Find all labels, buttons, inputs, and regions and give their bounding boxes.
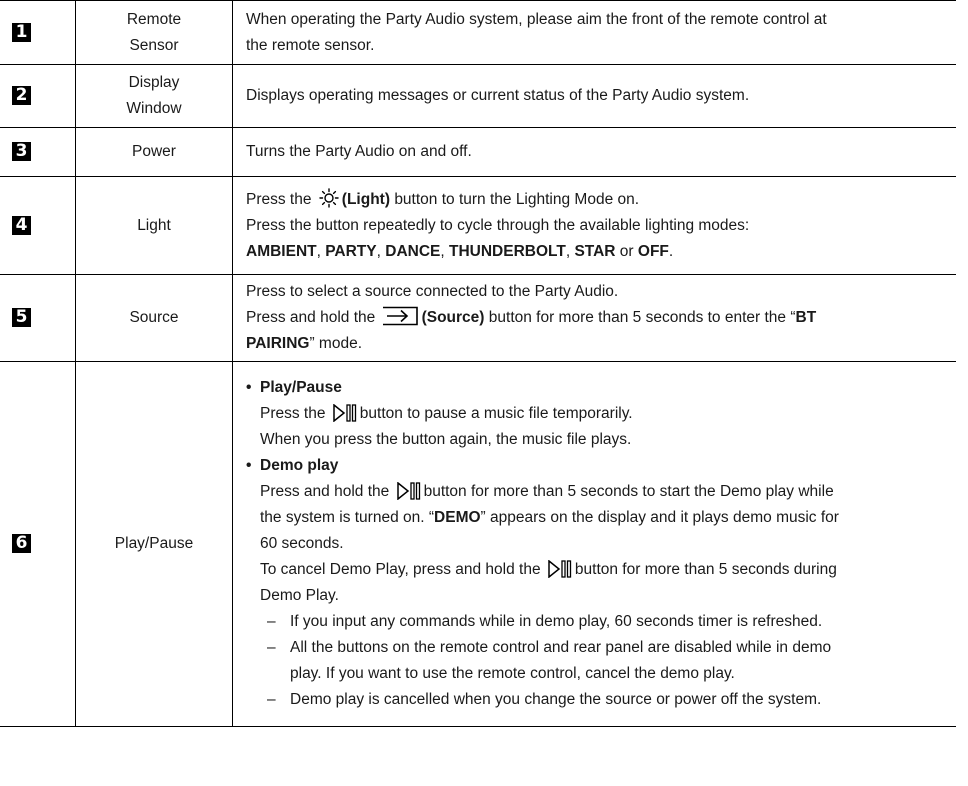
mode-name: OFF [637, 242, 669, 260]
light-icon [319, 187, 339, 208]
feature-name: Play/Pause [114, 535, 194, 552]
source-icon [382, 306, 418, 326]
note-item: All the buttons on the remote control an… [246, 635, 944, 687]
description-text: When operating the Party Audio system, p… [246, 10, 827, 28]
mode-name: AMBIENT [246, 242, 317, 260]
description-text: Displays operating messages or current s… [246, 87, 750, 104]
description-text: Press and hold the [246, 309, 376, 326]
number-badge: 5 [12, 308, 31, 327]
feature-table: 1 Remote Sensor When operating the Party… [0, 0, 956, 727]
play-pause-icon [548, 560, 572, 578]
feature-name: Power [132, 143, 176, 160]
play-pause-icon [333, 404, 356, 422]
play-pause-icon [396, 482, 420, 500]
table-row: 3 Power Turns the Party Audio on and off… [0, 127, 956, 177]
description-text: Press the button repeatedly to cycle thr… [246, 216, 750, 234]
mode-name: THUNDERBOLT [449, 242, 566, 260]
table-row: 2 Display Window Displays operating mess… [0, 64, 956, 128]
table-row: 1 Remote Sensor When operating the Party… [0, 0, 956, 65]
light-label: (Light) [341, 190, 390, 208]
description-text: Press to select a source connected to th… [246, 283, 619, 300]
table-row: 6 Play/Pause Play/Pause Press the button… [0, 361, 956, 727]
bullet-heading: Play/Pause [246, 375, 944, 401]
number-badge: 6 [12, 534, 31, 553]
number-badge: 1 [12, 22, 31, 42]
number-badge: 4 [12, 215, 31, 235]
description-text: Turns the Party Audio on and off. [246, 143, 472, 160]
table-row: 5 Source Press to select a source connec… [0, 274, 956, 362]
mode-name: STAR [574, 242, 616, 260]
description-text: button for more than 5 seconds to enter … [488, 309, 796, 326]
feature-name: Display [128, 74, 180, 91]
note-item: If you input any commands while in demo … [246, 609, 944, 635]
table-row: 4 Light Press the (Light) button to turn… [0, 176, 956, 275]
description-text: the remote sensor. [246, 36, 375, 54]
feature-name: Light [137, 216, 171, 234]
feature-name: Sensor [129, 36, 179, 54]
description-text: button to turn the Lighting Mode on. [394, 190, 640, 208]
number-badge: 2 [12, 86, 31, 105]
feature-name: Source [129, 309, 179, 326]
feature-name: Window [126, 100, 182, 117]
number-badge: 3 [12, 142, 31, 161]
source-label: (Source) [421, 309, 485, 326]
bullet-heading: Demo play [246, 453, 944, 479]
feature-name: Remote [126, 10, 182, 28]
mode-name: PARTY [325, 242, 377, 260]
description-text: Press the [246, 190, 312, 208]
note-item: Demo play is cancelled when you change t… [246, 687, 944, 713]
mode-name: DANCE [385, 242, 441, 260]
